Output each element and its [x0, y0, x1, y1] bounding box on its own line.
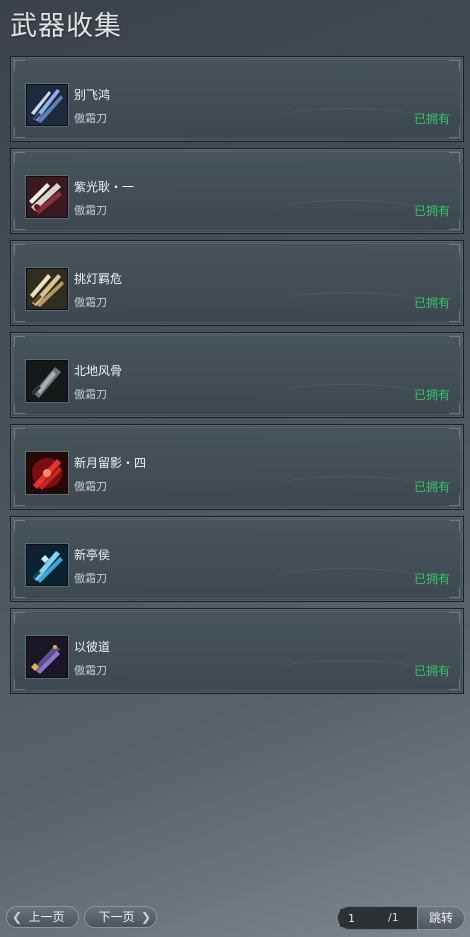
card-corner-ornament	[449, 60, 460, 71]
page-jump-control: /1 跳转	[337, 906, 465, 930]
weapon-category: 傲霜刀	[74, 572, 107, 585]
cloud-pattern	[273, 384, 423, 407]
card-corner-ornament	[449, 152, 460, 163]
prev-page-label: 上一页	[28, 910, 65, 924]
card-corner-ornament	[449, 219, 460, 230]
cloud-pattern	[273, 108, 423, 131]
card-corner-ornament	[449, 428, 460, 439]
weapon-category: 傲霜刀	[74, 296, 107, 309]
cloud-pattern	[273, 568, 423, 591]
chevron-right-icon: ❯	[140, 910, 151, 924]
card-corner-ornament	[449, 244, 460, 255]
card-corner-ornament	[14, 679, 25, 690]
card-corner-ornament	[449, 679, 460, 690]
owned-status: 已拥有	[413, 296, 450, 310]
weapon-name: 新亭侯	[74, 548, 111, 562]
weapon-card[interactable]: 新亭侯 傲霜刀 已拥有	[10, 516, 464, 602]
weapon-category: 傲霜刀	[74, 388, 107, 401]
weapon-name: 新月留影・四	[74, 456, 147, 470]
purple-gold-blade-icon[interactable]	[26, 636, 68, 678]
card-corner-ornament	[449, 127, 460, 138]
weapon-category: 傲霜刀	[74, 112, 107, 125]
cloud-pattern	[273, 660, 423, 683]
weapon-category: 傲霜刀	[74, 204, 107, 217]
crimson-silver-blade-icon[interactable]	[26, 176, 68, 218]
weapon-name: 紫光耿・一	[74, 180, 135, 194]
card-corner-ornament	[14, 403, 25, 414]
card-corner-ornament	[14, 495, 25, 506]
card-corner-ornament	[14, 60, 25, 71]
weapon-name: 挑灯羁危	[74, 272, 123, 286]
owned-status: 已拥有	[413, 572, 450, 586]
weapon-card[interactable]: 以彼道 傲霜刀 已拥有	[10, 608, 464, 694]
weapon-name: 别飞鸿	[74, 88, 111, 102]
owned-status: 已拥有	[413, 388, 450, 402]
weapon-card[interactable]: 新月留影・四 傲霜刀 已拥有	[10, 424, 464, 510]
owned-status: 已拥有	[413, 112, 450, 126]
owned-status: 已拥有	[413, 480, 450, 494]
prev-page-button[interactable]: ❮ 上一页	[6, 906, 79, 928]
card-corner-ornament	[14, 428, 25, 439]
chevron-left-icon: ❮	[12, 910, 23, 924]
cyan-crystal-blade-icon[interactable]	[26, 544, 68, 586]
card-corner-ornament	[449, 587, 460, 598]
card-corner-ornament	[14, 152, 25, 163]
blue-blades-icon[interactable]	[26, 84, 68, 126]
cloud-pattern	[273, 476, 423, 499]
page-number-input[interactable]	[340, 909, 388, 927]
weapon-card[interactable]: 别飞鸿 傲霜刀 已拥有	[10, 56, 464, 142]
weapon-list: 别飞鸿 傲霜刀 已拥有 紫光耿・一 傲霜刀 已拥有 挑灯羁危 傲霜刀 已拥有 北…	[10, 56, 464, 700]
card-corner-ornament	[14, 311, 25, 322]
cloud-pattern	[273, 200, 423, 223]
weapon-category: 傲霜刀	[74, 480, 107, 493]
card-corner-ornament	[14, 127, 25, 138]
card-corner-ornament	[449, 520, 460, 531]
owned-status: 已拥有	[413, 664, 450, 678]
card-corner-ornament	[449, 336, 460, 347]
weapon-card[interactable]: 紫光耿・一 傲霜刀 已拥有	[10, 148, 464, 234]
card-corner-ornament	[14, 587, 25, 598]
card-corner-ornament	[14, 336, 25, 347]
card-corner-ornament	[449, 403, 460, 414]
card-corner-ornament	[449, 495, 460, 506]
weapon-category: 傲霜刀	[74, 664, 107, 677]
weapon-name: 以彼道	[74, 640, 111, 654]
page-title: 武器收集	[10, 11, 122, 42]
card-corner-ornament	[14, 219, 25, 230]
weapon-card[interactable]: 北地风骨 傲霜刀 已拥有	[10, 332, 464, 418]
card-corner-ornament	[14, 520, 25, 531]
card-corner-ornament	[14, 612, 25, 623]
owned-status: 已拥有	[413, 204, 450, 218]
cloud-pattern	[273, 292, 423, 315]
card-corner-ornament	[449, 311, 460, 322]
dark-grey-blade-icon[interactable]	[26, 360, 68, 402]
page-total: /1	[388, 911, 399, 924]
next-page-label: 下一页	[98, 910, 135, 924]
weapon-name: 北地风骨	[74, 364, 123, 378]
jump-button[interactable]: 跳转	[417, 906, 465, 930]
weapon-card[interactable]: 挑灯羁危 傲霜刀 已拥有	[10, 240, 464, 326]
next-page-button[interactable]: 下一页 ❯	[84, 906, 157, 928]
golden-blades-icon[interactable]	[26, 268, 68, 310]
card-corner-ornament	[14, 244, 25, 255]
card-corner-ornament	[449, 612, 460, 623]
red-flame-blade-icon[interactable]	[26, 452, 68, 494]
